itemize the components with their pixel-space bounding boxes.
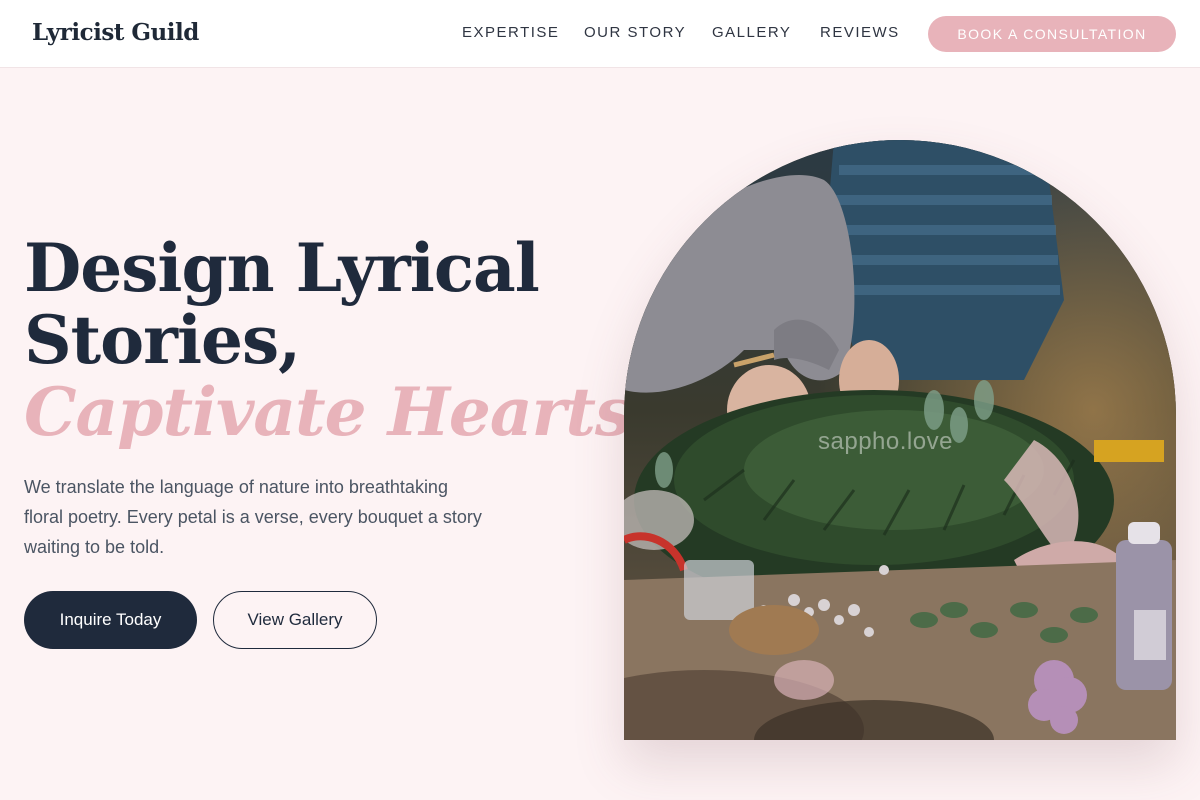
nav-link-gallery[interactable]: GALLERY (712, 24, 791, 41)
brand-logo[interactable]: Lyricist Guild (32, 19, 199, 46)
nav-link-reviews[interactable]: REVIEWS (820, 24, 900, 41)
headline-accent: Captivate Hearts. (24, 373, 654, 451)
hero-tagline: We translate the language of nature into… (24, 477, 482, 557)
headline-line-2: Stories, (24, 301, 301, 379)
book-consultation-button[interactable]: BOOK A CONSULTATION (928, 16, 1176, 52)
hero-headline: Design Lyrical Stories, Captivate Hearts… (24, 229, 654, 451)
image-watermark: sappho.love (818, 428, 953, 455)
view-gallery-button[interactable]: View Gallery (213, 591, 377, 649)
nav-link-our-story[interactable]: OUR STORY (584, 24, 686, 41)
nav-link-expertise[interactable]: EXPERTISE (462, 24, 559, 41)
inquire-today-button[interactable]: Inquire Today (24, 591, 197, 649)
headline-line-1: Design Lyrical (24, 229, 540, 307)
top-navigation: Lyricist Guild EXPERTISE OUR STORY GALLE… (0, 0, 1200, 68)
